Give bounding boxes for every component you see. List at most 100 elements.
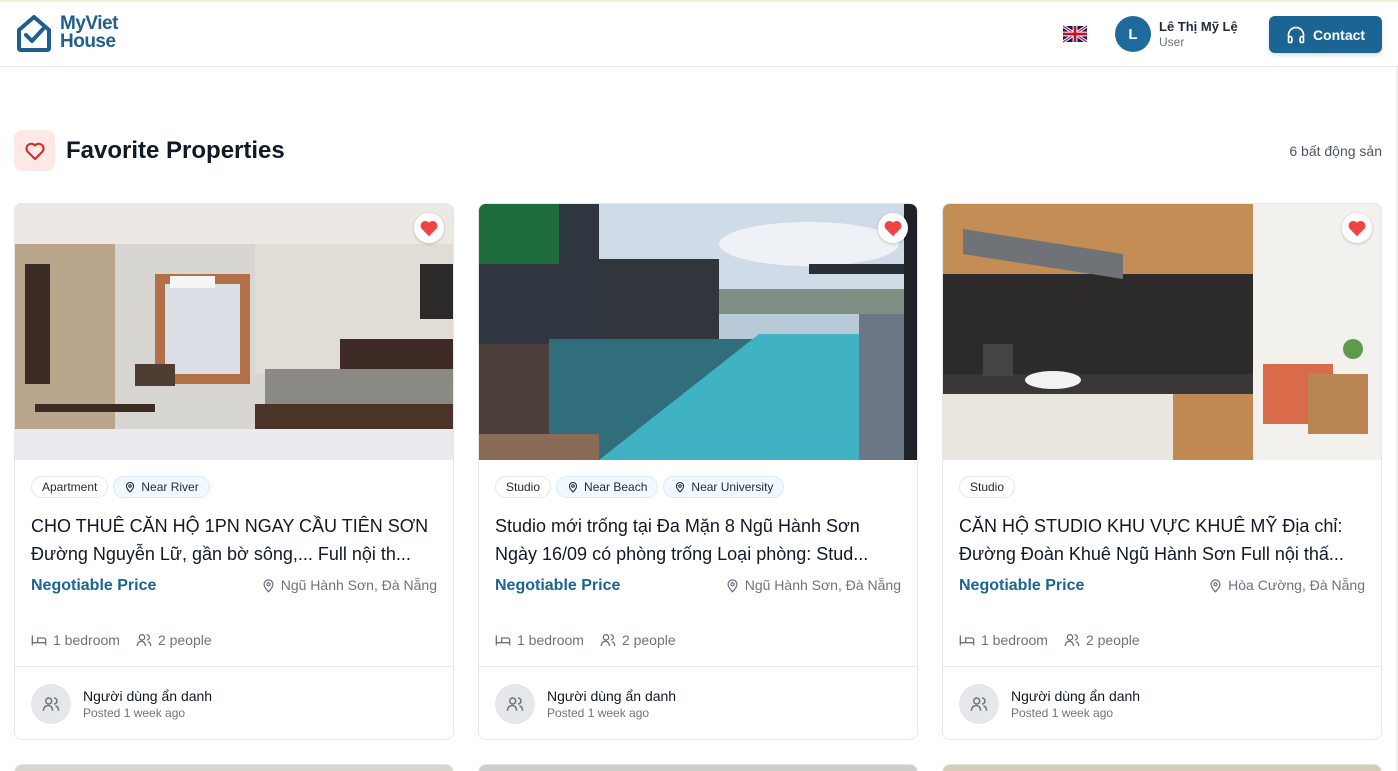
property-card-partial[interactable] (478, 764, 918, 771)
tag-nearby: Near University (663, 476, 785, 498)
users-icon (600, 634, 616, 646)
favorite-toggle-button[interactable] (414, 213, 444, 243)
bedrooms-text: 1 bedroom (981, 632, 1048, 648)
people-text: 2 people (1085, 632, 1140, 648)
users-icon (506, 697, 524, 711)
property-specs: 1 bedroom 2 people (959, 632, 1140, 648)
user-name: Lê Thị Mỹ Lệ (1159, 19, 1238, 34)
property-title[interactable]: CĂN HỘ STUDIO KHU VỰC KHUÊ MỸ Địa chỉ: Đ… (959, 512, 1367, 568)
posted-time: Posted 1 week ago (1011, 706, 1114, 720)
location-text: Ngũ Hành Sơn, Đà Nẵng (280, 577, 437, 593)
property-specs: 1 bedroom 2 people (495, 632, 676, 648)
poster-name: Người dùng ẩn danh (1011, 688, 1141, 704)
property-specs: 1 bedroom 2 people (31, 632, 212, 648)
users-icon (970, 697, 988, 711)
heart-filled-icon (420, 220, 438, 237)
house-check-logo-icon (17, 15, 51, 52)
tag-nearby: Near Beach (556, 476, 659, 498)
logo-text: MyViet House (60, 14, 118, 52)
favorite-toggle-button[interactable] (1342, 213, 1372, 243)
tag-property-type: Studio (495, 476, 552, 498)
map-pin-icon (727, 578, 738, 593)
people-text: 2 people (157, 632, 212, 648)
bedrooms-text: 1 bedroom (53, 632, 120, 648)
favorite-toggle-button[interactable] (878, 213, 908, 243)
logo[interactable]: MyViet House (14, 13, 118, 53)
property-image[interactable] (15, 204, 453, 460)
heart-filled-icon (1348, 220, 1366, 237)
tag-nearby: Near River (113, 476, 210, 498)
users-icon (136, 634, 152, 646)
property-card-partial[interactable] (14, 764, 454, 771)
property-count: 6 bất động sản (1289, 143, 1382, 159)
bedrooms-spec: 1 bedroom (31, 632, 120, 648)
top-header: MyViet House L Lê Thị Mỹ Lệ User Contact (0, 2, 1398, 67)
posted-time: Posted 1 week ago (547, 706, 650, 720)
property-price: Negotiable Price (959, 577, 1085, 594)
tag-list: Studio Near Beach Near University (495, 476, 785, 498)
property-location: Hòa Cường, Đà Nẵng (1208, 577, 1365, 593)
poster-info: Người dùng ẩn danh Posted 1 week ago (31, 684, 212, 724)
heart-filled-icon (884, 220, 902, 237)
tag-property-type: Apartment (31, 476, 109, 498)
bed-icon (31, 635, 47, 646)
poster-name: Người dùng ẩn danh (547, 688, 677, 704)
users-icon (42, 697, 60, 711)
poster-details: Người dùng ẩn danh Posted 1 week ago (547, 687, 676, 721)
contact-label: Contact (1312, 26, 1366, 43)
poster-details: Người dùng ẩn danh Posted 1 week ago (1011, 687, 1140, 721)
property-title[interactable]: CHO THUÊ CĂN HỘ 1PN NGAY CẦU TIÊN SƠN Đư… (31, 512, 439, 568)
bedrooms-text: 1 bedroom (517, 632, 584, 648)
tag-list: Apartment Near River (31, 476, 210, 498)
property-card[interactable]: Studio Near Beach Near University Studio… (478, 203, 918, 740)
user-role: User (1159, 35, 1185, 49)
poster-name: Người dùng ẩn danh (83, 688, 213, 704)
bedrooms-spec: 1 bedroom (959, 632, 1048, 648)
posted-time: Posted 1 week ago (83, 706, 186, 720)
user-menu[interactable]: L Lê Thị Mỹ Lệ User (1115, 16, 1238, 52)
bedrooms-spec: 1 bedroom (495, 632, 584, 648)
tag-label: Near University (691, 480, 774, 494)
card-divider (479, 666, 917, 667)
heart-outline-icon (24, 142, 45, 160)
property-card-partial[interactable] (942, 764, 1382, 771)
poster-details: Người dùng ẩn danh Posted 1 week ago (83, 687, 212, 721)
map-pin-icon (126, 481, 135, 493)
tag-label: Near River (141, 480, 199, 494)
property-card[interactable]: Studio CĂN HỘ STUDIO KHU VỰC KHUÊ MỸ Địa… (942, 203, 1382, 740)
contact-button[interactable]: Contact (1269, 16, 1382, 53)
map-pin-icon (1210, 578, 1221, 593)
favorites-heading-icon-box (14, 130, 55, 171)
property-image[interactable] (479, 204, 917, 460)
user-avatar: L (1115, 16, 1151, 52)
people-spec: 2 people (136, 632, 212, 648)
map-pin-icon (263, 578, 274, 593)
map-pin-icon (568, 481, 578, 493)
property-title[interactable]: Studio mới trống tại Đa Mặn 8 Ngũ Hành S… (495, 512, 903, 568)
property-price: Negotiable Price (31, 577, 157, 594)
uk-flag-icon[interactable] (1063, 25, 1087, 43)
bed-icon (495, 635, 511, 646)
poster-info: Người dùng ẩn danh Posted 1 week ago (495, 684, 676, 724)
card-divider (15, 666, 453, 667)
map-pin-icon (676, 481, 685, 493)
location-text: Ngũ Hành Sơn, Đà Nẵng (744, 577, 901, 593)
people-text: 2 people (621, 632, 676, 648)
property-location: Ngũ Hành Sơn, Đà Nẵng (725, 577, 901, 593)
page-title: Favorite Properties (66, 137, 285, 164)
poster-avatar (495, 684, 535, 724)
property-card[interactable]: Apartment Near River CHO THUÊ CĂN HỘ 1PN… (14, 203, 454, 740)
property-image[interactable] (943, 204, 1381, 460)
people-spec: 2 people (1064, 632, 1140, 648)
tag-property-type: Studio (959, 476, 1016, 498)
poster-avatar (959, 684, 999, 724)
poster-avatar (31, 684, 71, 724)
headset-icon (1287, 26, 1305, 43)
people-spec: 2 people (600, 632, 676, 648)
user-info: Lê Thị Mỹ Lệ User (1159, 18, 1238, 50)
property-price: Negotiable Price (495, 577, 621, 594)
logo-line-2: House (60, 31, 116, 52)
tag-list: Studio (959, 476, 1016, 498)
tag-label: Near Beach (584, 480, 648, 494)
poster-info: Người dùng ẩn danh Posted 1 week ago (959, 684, 1140, 724)
